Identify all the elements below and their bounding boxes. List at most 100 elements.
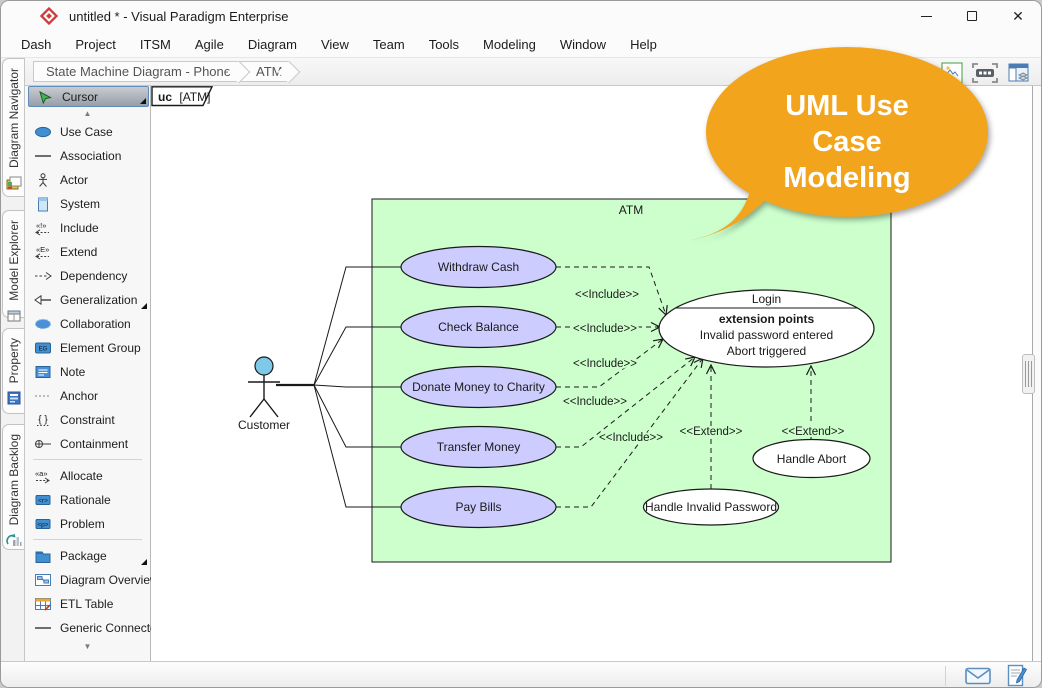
svg-text:<p>: <p> xyxy=(37,522,48,529)
palette-item-note[interactable]: Note xyxy=(25,360,150,384)
svg-text:«!»: «!» xyxy=(36,221,46,230)
palette-divider xyxy=(33,459,142,460)
palette-scroll-down[interactable]: ▼ xyxy=(25,640,150,653)
palette-item-containment[interactable]: Containment xyxy=(25,432,150,456)
use-case-label: Pay Bills xyxy=(455,500,501,514)
sidebar-tab-property[interactable]: Property xyxy=(2,328,24,414)
maximize-icon xyxy=(967,11,977,21)
use-case-withdraw-cash[interactable]: Withdraw Cash xyxy=(401,247,556,288)
palette-item-system[interactable]: System xyxy=(25,192,150,216)
svg-text:«E»: «E» xyxy=(36,245,49,254)
palette-item-constraint[interactable]: { } Constraint xyxy=(25,408,150,432)
use-case-label: Check Balance xyxy=(438,320,519,334)
maximize-button[interactable] xyxy=(949,1,995,31)
palette-item-collaboration[interactable]: Collaboration xyxy=(25,312,150,336)
package-icon xyxy=(34,549,52,564)
menu-agile[interactable]: Agile xyxy=(183,34,236,55)
palette-item-etl-table[interactable]: ETL Table xyxy=(25,592,150,616)
bubble-line-3: Modeling xyxy=(783,162,910,194)
extend-label: <<Extend>> xyxy=(782,426,845,438)
system-boundary-label: ATM xyxy=(619,203,643,217)
element-group-icon: EG xyxy=(34,341,52,356)
use-case-label: Withdraw Cash xyxy=(438,260,519,274)
use-case-label: Transfer Money xyxy=(437,440,521,454)
window-controls: ✕ xyxy=(903,1,1041,31)
menu-help[interactable]: Help xyxy=(618,34,669,55)
use-case-transfer-money[interactable]: Transfer Money xyxy=(401,427,556,468)
palette-item-anchor[interactable]: Anchor xyxy=(25,384,150,408)
menu-dash[interactable]: Dash xyxy=(9,34,63,55)
menu-window[interactable]: Window xyxy=(548,34,618,55)
include-label: <<Include>> xyxy=(575,289,639,301)
palette-item-element-group[interactable]: EG Element Group xyxy=(25,336,150,360)
actor-body xyxy=(248,375,280,417)
use-case-login[interactable]: Login extension points Invalid password … xyxy=(659,290,874,367)
palette-item-extend[interactable]: «E» Extend xyxy=(25,240,150,264)
menu-modeling[interactable]: Modeling xyxy=(471,34,548,55)
use-case-check-balance[interactable]: Check Balance xyxy=(401,307,556,348)
sidebar-tab-label: Diagram Navigator xyxy=(7,68,21,168)
palette-item-diagram-overview[interactable]: Diagram Overview xyxy=(25,568,150,592)
palette-item-use-case[interactable]: Use Case xyxy=(25,120,150,144)
palette-item-actor[interactable]: Actor xyxy=(25,168,150,192)
svg-text:EG: EG xyxy=(39,347,48,353)
diagram-frame-tab[interactable]: uc [ATM] xyxy=(152,87,212,106)
palette-item-rationale[interactable]: <r> Rationale xyxy=(25,488,150,512)
constraint-icon: { } xyxy=(34,413,52,428)
menu-itsm[interactable]: ITSM xyxy=(128,34,183,55)
sidebar-tabstrip: Diagram Navigator Model Explorer Propert… xyxy=(1,58,25,661)
etl-table-icon xyxy=(34,597,52,612)
svg-text:<r>: <r> xyxy=(38,498,48,505)
diagram-navigator-icon xyxy=(6,175,22,191)
use-case-handle-invalid-password[interactable]: Handle Invalid Password xyxy=(644,489,779,525)
use-case-pay-bills[interactable]: Pay Bills xyxy=(401,487,556,528)
palette-item-generalization[interactable]: Generalization xyxy=(25,288,150,312)
use-case-handle-abort[interactable]: Handle Abort xyxy=(753,440,870,478)
include-label: <<Include>> xyxy=(599,432,663,444)
breadcrumb-item-parent[interactable]: State Machine Diagram - Phone xyxy=(33,61,239,82)
minimize-button[interactable] xyxy=(903,1,949,31)
layer-panel-icon[interactable] xyxy=(1007,62,1031,84)
actor-customer[interactable]: Customer xyxy=(238,357,290,432)
close-icon: ✕ xyxy=(1012,9,1024,23)
include-label: <<Include>> xyxy=(573,323,637,335)
cursor-icon xyxy=(36,89,54,104)
sidebar-tab-diagram-navigator[interactable]: Diagram Navigator xyxy=(2,58,24,197)
palette-scroll-up[interactable]: ▲ xyxy=(25,107,150,120)
palette-item-cursor[interactable]: Cursor xyxy=(28,86,149,107)
panel-collapse-handle[interactable] xyxy=(1022,354,1035,394)
sidebar-tab-model-explorer[interactable]: Model Explorer xyxy=(2,210,24,318)
mail-icon[interactable] xyxy=(965,667,991,685)
anchor-icon xyxy=(34,389,52,404)
menu-diagram[interactable]: Diagram xyxy=(236,34,309,55)
palette-item-package[interactable]: Package xyxy=(25,544,150,568)
actor-head[interactable] xyxy=(255,357,273,375)
svg-text:«a»: «a» xyxy=(35,469,48,478)
menu-tools[interactable]: Tools xyxy=(417,34,471,55)
palette-item-label: Cursor xyxy=(62,90,98,104)
use-case-label: Donate Money to Charity xyxy=(412,380,545,394)
palette-item-dependency[interactable]: Dependency xyxy=(25,264,150,288)
sidebar-tab-label: Diagram Backlog xyxy=(7,434,21,525)
edit-note-icon[interactable] xyxy=(1007,664,1027,687)
palette-item-problem[interactable]: <p> Problem xyxy=(25,512,150,536)
use-case-donate-money[interactable]: Donate Money to Charity xyxy=(401,367,556,408)
palette-item-allocate[interactable]: «a» Allocate xyxy=(25,464,150,488)
flyout-corner-icon xyxy=(141,303,147,309)
statusbar-separator xyxy=(945,666,946,686)
palette-item-association[interactable]: Association xyxy=(25,144,150,168)
extension-points-title: extension points xyxy=(719,312,815,326)
title-bar: untitled * - Visual Paradigm Enterprise … xyxy=(1,1,1041,31)
include-icon: «!» xyxy=(34,221,52,236)
system-icon xyxy=(34,197,52,212)
frame-kind-label: uc xyxy=(158,90,172,104)
close-button[interactable]: ✕ xyxy=(995,1,1041,31)
palette-item-include[interactable]: «!» Include xyxy=(25,216,150,240)
sidebar-tab-diagram-backlog[interactable]: Diagram Backlog xyxy=(2,424,24,550)
menu-team[interactable]: Team xyxy=(361,34,417,55)
model-explorer-icon xyxy=(6,308,22,324)
palette-item-generic-connector[interactable]: Generic Connector xyxy=(25,616,150,640)
note-icon xyxy=(34,365,52,380)
menu-view[interactable]: View xyxy=(309,34,361,55)
menu-project[interactable]: Project xyxy=(63,34,127,55)
